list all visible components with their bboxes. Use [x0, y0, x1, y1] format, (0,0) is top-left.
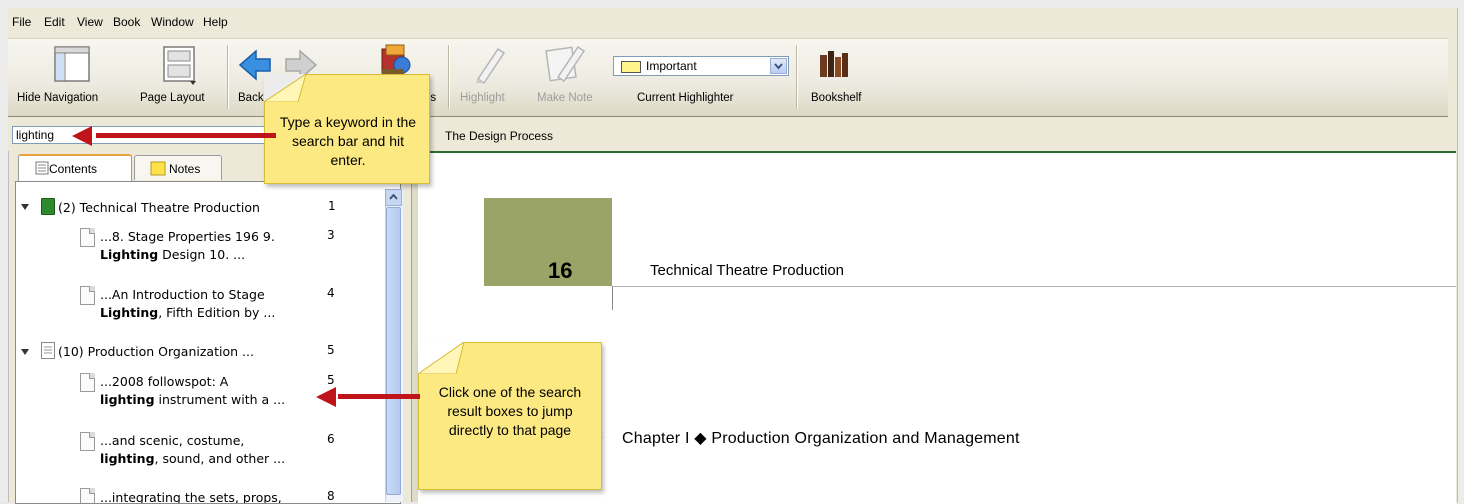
menu-bar: File Edit View Book Window Help	[8, 8, 1448, 38]
scrollbar-thumb[interactable]	[386, 207, 401, 495]
result-snippet-line1: ...2008 followspot: A	[100, 374, 229, 389]
menu-help[interactable]: Help	[203, 15, 228, 29]
menu-file[interactable]: File	[12, 15, 31, 29]
search-results-tree: (2) Technical Theatre Production 1 ...8.…	[15, 181, 401, 504]
highlighter-select[interactable]: Important	[613, 56, 789, 76]
tab-notes-label: Notes	[169, 162, 201, 176]
toolbar: Hide Navigation Page Layout Back ns High…	[8, 38, 1448, 118]
chevron-down-icon[interactable]	[770, 58, 787, 74]
chapter-doc-icon	[41, 342, 55, 359]
menu-edit[interactable]: Edit	[44, 15, 65, 29]
tree-node-title: (2) Technical Theatre Production	[58, 200, 260, 215]
highlighter-swatch	[621, 61, 641, 73]
make-note-icon	[545, 45, 586, 83]
current-highlighter-group: Important Current Highlighter	[608, 39, 794, 116]
result-tip-text: Click one of the search result boxes to …	[438, 384, 582, 438]
tree-node-title: (10) Production Organization ...	[58, 344, 254, 359]
chapter-number: 16	[548, 258, 573, 283]
document-icon	[80, 432, 95, 451]
menu-view[interactable]: View	[77, 15, 103, 29]
current-highlighter-label: Current Highlighter	[637, 92, 734, 104]
arrow-to-search	[96, 133, 276, 138]
menu-window[interactable]: Window	[151, 15, 194, 29]
chapter-rule	[612, 286, 1456, 287]
highlighter-value: Important	[646, 59, 697, 73]
result-snippet-line2: lighting, sound, and other ...	[100, 451, 286, 466]
result-snippet-line1: ...8. Stage Properties 196 9.	[100, 229, 275, 244]
result-snippet-line2: Lighting, Fifth Edition by ...	[100, 305, 276, 320]
scroll-up-button[interactable]	[385, 189, 402, 206]
chapter-title: Technical Theatre Production	[650, 262, 845, 279]
page-layout-label: Page Layout	[140, 92, 205, 104]
hide-navigation-icon	[54, 46, 90, 82]
hide-navigation-button[interactable]: Hide Navigation	[10, 39, 130, 116]
callout-fold-icon	[418, 342, 464, 374]
arrow-to-result	[338, 394, 420, 399]
result-page: 3	[327, 228, 335, 242]
tree-node-page: 5	[327, 343, 335, 357]
make-note-label: Make Note	[537, 92, 593, 104]
result-page: 8	[327, 489, 335, 503]
make-note-button[interactable]: Make Note	[528, 39, 600, 116]
hide-navigation-label: Hide Navigation	[17, 92, 99, 104]
arrow-head-search-icon	[72, 126, 92, 146]
result-page: 5	[327, 373, 335, 387]
navigation-pane: Contents Notes (2) Technical Theatre Pro…	[15, 151, 411, 504]
collapse-arrow-icon[interactable]	[21, 204, 29, 210]
book-icon	[41, 198, 55, 215]
tab-contents[interactable]: Contents	[18, 154, 132, 182]
result-snippet-line2: Lighting Design 10. ...	[100, 247, 246, 262]
bookshelf-label: Bookshelf	[811, 92, 862, 104]
page-layout-button[interactable]: Page Layout	[132, 39, 222, 116]
breadcrumb: The Design Process	[445, 129, 554, 143]
document-icon	[80, 286, 95, 305]
document-icon	[80, 228, 95, 247]
running-head: Chapter I ◆ Production Organization and …	[622, 430, 1020, 447]
contents-icon	[35, 161, 49, 175]
result-page: 4	[327, 286, 335, 300]
collapse-arrow-icon[interactable]	[21, 349, 29, 355]
highlight-button[interactable]: Highlight	[454, 39, 524, 116]
document-icon	[80, 373, 95, 392]
highlight-pen-icon	[476, 47, 506, 85]
result-snippet-line1: ...An Introduction to Stage	[100, 287, 265, 302]
chapter-rule-vertical	[612, 286, 613, 310]
search-tip-text: Type a keyword in the search bar and hit…	[279, 114, 417, 168]
page-layout-icon	[163, 46, 196, 85]
result-page: 6	[327, 432, 335, 446]
tab-notes[interactable]: Notes	[134, 155, 222, 180]
notes-icon	[150, 161, 166, 176]
menu-book[interactable]: Book	[113, 15, 140, 29]
back-label: Back	[238, 92, 264, 104]
highlight-label: Highlight	[460, 92, 505, 104]
chevron-up-icon	[389, 193, 398, 200]
callout-fold-icon	[264, 74, 306, 102]
result-snippet-line1: ...and scenic, costume,	[100, 433, 245, 448]
arrow-head-result-icon	[316, 387, 336, 407]
bookshelf-icon	[820, 51, 848, 77]
tab-contents-label: Contents	[49, 162, 98, 176]
bookshelf-button[interactable]: Bookshelf	[800, 39, 870, 116]
result-snippet-line2: lighting instrument with a ...	[100, 392, 286, 407]
tree-node-page: 1	[328, 199, 336, 213]
